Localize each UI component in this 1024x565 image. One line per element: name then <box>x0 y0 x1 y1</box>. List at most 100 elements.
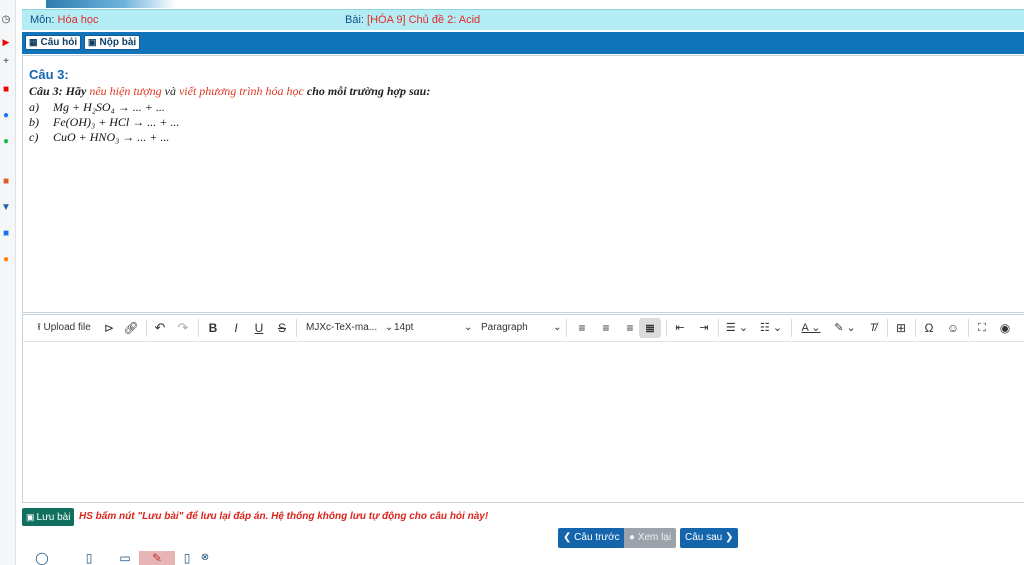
outdent-icon[interactable]: ⇤ <box>670 315 690 341</box>
chevron-down-icon: ⌄ <box>384 322 394 333</box>
prev-label: Câu trước <box>574 532 620 543</box>
subject-value: Hóa học <box>57 14 99 26</box>
answer-editor: ⭱ Upload file ⊳ 🔗︎ ↶ ↷ B I U S MJXc-TeX-… <box>22 314 1024 503</box>
mobile-icon[interactable]: ▯ <box>82 551 96 565</box>
save-answer-button[interactable]: ▣ Lưu bài <box>22 508 75 526</box>
questions-button[interactable]: ▦ Câu hỏi <box>25 35 82 50</box>
justify-icon[interactable]: ≣ <box>639 318 661 338</box>
toolbar-separator <box>887 319 888 337</box>
browser-sidebar: ◷ ▶ + ■ ● ● ■ ▼ ■ ● <box>0 0 16 565</box>
facebook-icon[interactable]: ● <box>0 110 12 122</box>
strikethrough-icon[interactable]: S <box>275 315 289 341</box>
document-icon[interactable]: ▯ <box>180 551 194 565</box>
redo-icon[interactable]: ↷ <box>175 315 191 341</box>
italic-icon[interactable]: I <box>229 315 243 341</box>
undo-icon[interactable]: ↶ <box>152 315 168 341</box>
fullscreen-icon[interactable]: ⛶ <box>973 315 991 341</box>
question-circle-icon: ● <box>629 532 636 543</box>
review-button[interactable]: ● Xem lại <box>624 528 677 548</box>
toolbar-separator <box>666 319 667 337</box>
top-strip <box>16 0 1024 8</box>
font-family-value: MJXc-TeX-ma... <box>306 322 378 333</box>
toolbar-separator <box>915 319 916 337</box>
editor-content-area[interactable] <box>23 342 1024 502</box>
prev-question-button[interactable]: ❮ Câu trước <box>558 528 625 548</box>
edit-icon[interactable]: ✎ <box>139 551 175 565</box>
toolbar-separator <box>566 319 567 337</box>
emoji-icon[interactable]: ☺ <box>945 315 961 341</box>
action-toolbar: ▦ Câu hỏi ▣ Nộp bài <box>22 32 1024 54</box>
subject-info: Môn: Hóa học <box>30 14 99 26</box>
clock-icon[interactable]: ◷ <box>0 14 12 26</box>
align-left-icon[interactable]: ≡ <box>572 315 592 341</box>
next-label: Câu sau <box>685 532 723 543</box>
plus-icon[interactable]: + <box>0 56 12 68</box>
upload-label: Upload file <box>43 322 91 333</box>
lesson-info: Bài: [HÓA 9] Chủ đề 2: Acid <box>345 14 480 26</box>
chevron-right-icon: ❯ <box>725 532 734 543</box>
editor-toolbar: ⭱ Upload file ⊳ 🔗︎ ↶ ↷ B I U S MJXc-TeX-… <box>23 315 1024 342</box>
item-formula: Mg + H₂SO₄ → ... + ... <box>53 100 165 114</box>
chevron-down-icon: ⌄ <box>464 322 473 333</box>
item-formula: CuO + HNO₃ → ... + ... <box>53 130 170 144</box>
subject-bar: Môn: Hóa học Bài: [HÓA 9] Chủ đề 2: Acid <box>22 9 1024 30</box>
chat-icon[interactable]: ◯ <box>34 551 50 565</box>
block-format-value: Paragraph <box>481 322 528 333</box>
close-circle-icon[interactable]: ⊗ <box>198 551 212 565</box>
question-panel: Câu 3: Câu 3: Hãy nêu hiện tượng và viết… <box>22 55 1024 313</box>
numbered-list-icon[interactable]: ☰ ⌄ <box>723 315 751 341</box>
upload-file-button[interactable]: ⭱ Upload file <box>31 315 97 341</box>
bullet-list-icon[interactable]: ☷ ⌄ <box>757 315 785 341</box>
special-char-icon[interactable]: Ω <box>921 315 937 341</box>
media-icon[interactable]: ⊳ <box>101 315 117 341</box>
question-item-b: b) Fe(OH)₃ + HCl → ... + ... <box>29 115 179 130</box>
underline-icon[interactable]: U <box>252 315 266 341</box>
question-prefix: Câu 3: Hãy <box>29 84 87 98</box>
page-break-icon[interactable]: ⊞ <box>893 315 909 341</box>
upload-icon: ⭱ <box>37 322 41 333</box>
item-label: c) <box>29 130 39 144</box>
subject-label: Môn: <box>30 14 55 26</box>
app-icon[interactable]: ● <box>0 254 12 266</box>
desktop-icon[interactable]: ▭ <box>116 551 134 565</box>
text-color-icon[interactable]: A ⌄ <box>797 315 825 341</box>
spotify-icon[interactable]: ● <box>0 136 12 148</box>
font-family-select[interactable]: MJXc-TeX-ma... ⌄ <box>306 315 393 341</box>
clear-format-icon[interactable]: T̸ <box>865 315 881 341</box>
align-center-icon[interactable]: ≡ <box>596 315 616 341</box>
highlight-color-icon[interactable]: ✎ ⌄ <box>831 315 859 341</box>
font-size-value: 14pt <box>394 322 414 333</box>
align-right-icon[interactable]: ≡ <box>620 315 640 341</box>
submit-label: Nộp bài <box>99 37 137 48</box>
block-format-select[interactable]: Paragraph ⌄ <box>481 315 563 341</box>
toolbar-separator <box>968 319 969 337</box>
toolbar-separator <box>791 319 792 337</box>
app-icon[interactable]: ■ <box>0 228 12 240</box>
preview-eye-icon[interactable]: ◉ <box>996 315 1014 341</box>
indent-icon[interactable]: ⇥ <box>694 315 714 341</box>
submit-button[interactable]: ▣ Nộp bài <box>84 35 141 50</box>
question-text: Câu 3: Hãy nêu hiện tượng và viết phương… <box>29 84 430 99</box>
toolbar-separator <box>198 319 199 337</box>
item-label: b) <box>29 115 39 129</box>
app-icon[interactable]: ■ <box>0 176 12 188</box>
item-label: a) <box>29 100 39 114</box>
link-icon[interactable]: 🔗︎ <box>123 315 139 341</box>
lesson-value: [HÓA 9] Chủ đề 2: Acid <box>367 14 481 26</box>
youtube-icon[interactable]: ▶ <box>0 36 12 48</box>
chevron-left-icon: ❮ <box>563 532 572 543</box>
save-note: HS bấm nút "Lưu bài" để lưu lại đáp án. … <box>79 511 489 522</box>
bold-icon[interactable]: B <box>206 315 220 341</box>
next-question-button[interactable]: Câu sau ❯ <box>680 528 739 548</box>
question-highlight-1: nêu hiện tượng <box>89 84 162 98</box>
question-suffix: cho mỗi trường hợp sau: <box>306 84 431 98</box>
toolbar-separator <box>718 319 719 337</box>
question-item-c: c) CuO + HNO₃ → ... + ... <box>29 130 169 145</box>
chevron-down-icon: ⌄ <box>553 322 562 333</box>
review-label: Xem lại <box>637 532 672 543</box>
questions-label: Câu hỏi <box>40 37 78 48</box>
font-size-select[interactable]: 14pt ⌄ <box>394 315 472 341</box>
tv-icon[interactable]: ▼ <box>0 202 12 214</box>
question-connector: và <box>164 84 176 98</box>
video-icon[interactable]: ■ <box>0 84 12 96</box>
